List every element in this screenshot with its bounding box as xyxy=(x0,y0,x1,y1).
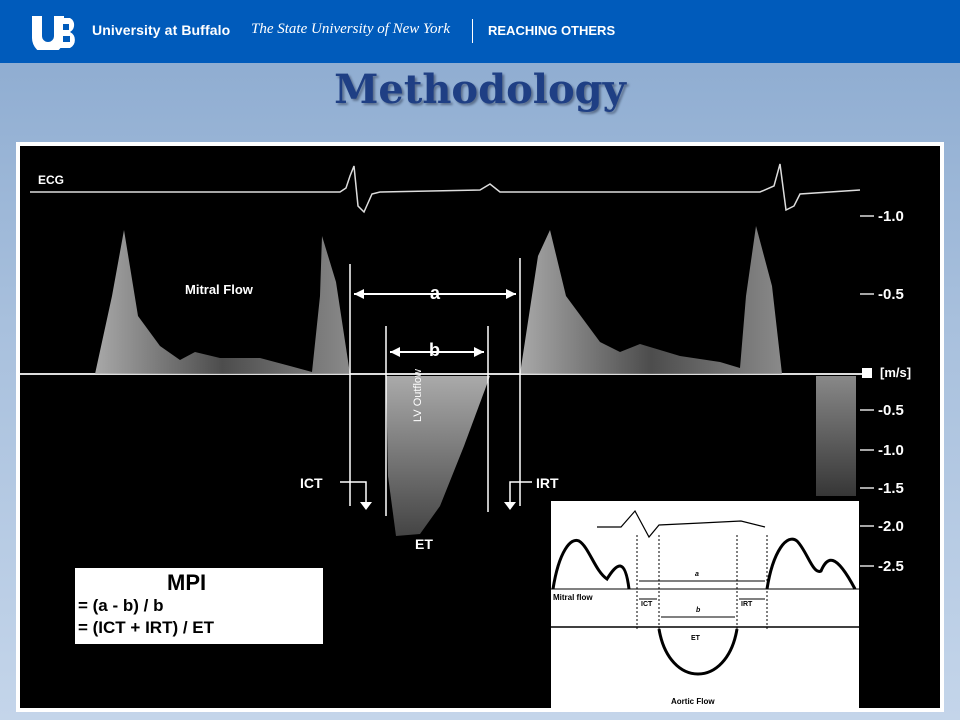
irt-label: IRT xyxy=(536,475,559,491)
scale-unit-label: [m/s] xyxy=(880,365,912,380)
university-name: University at Buffalo xyxy=(92,22,231,38)
interval-b-label: b xyxy=(429,340,440,360)
ict-label: ICT xyxy=(300,475,323,491)
scale-label: -2.5 xyxy=(878,558,904,575)
inset-mitral-flow-label: Mitral flow xyxy=(553,593,593,602)
inset-ict-label: ICT xyxy=(641,601,653,608)
schematic-inset: a b Mitral flow ICT IRT ET Aortic Flow xyxy=(551,501,859,708)
inset-et-label: ET xyxy=(691,635,700,642)
et-label: ET xyxy=(415,536,433,552)
mpi-formula-line-1: = (a - b) / b xyxy=(78,596,164,615)
doppler-figure: ECG Mitral Flow a b LV Outflow ICT IRT E… xyxy=(20,146,940,708)
scale-label: -0.5 xyxy=(878,286,904,303)
mitral-wave-1 xyxy=(95,230,350,374)
inset-a-label: a xyxy=(695,571,699,578)
mitral-wave-2 xyxy=(520,226,782,374)
scale-label: -2.0 xyxy=(878,518,904,535)
scale-label: -0.5 xyxy=(878,402,904,419)
slide-title: Methodology xyxy=(334,66,626,113)
header-divider xyxy=(472,19,473,43)
mitral-flow-label: Mitral Flow xyxy=(185,282,253,297)
ub-logo-icon xyxy=(32,16,75,50)
inset-aortic-flow-label: Aortic Flow xyxy=(671,697,715,706)
scale-label: -1.5 xyxy=(878,480,904,497)
scale-label: -1.0 xyxy=(878,208,904,225)
ecg-label: ECG xyxy=(38,173,65,187)
inset-b-label: b xyxy=(696,607,701,614)
mpi-formula-line-2: = (ICT + IRT) / ET xyxy=(78,618,215,637)
lv-outflow-envelope xyxy=(386,376,490,536)
mpi-heading: MPI xyxy=(167,570,207,595)
header-banner: University at Buffalo The State Universi… xyxy=(0,0,960,63)
scale-label: -1.0 xyxy=(878,442,904,459)
mpi-formula-box: MPI = (a - b) / b = (ICT + IRT) / ET xyxy=(75,568,323,644)
inset-irt-label: IRT xyxy=(741,601,753,608)
tagline: REACHING OTHERS xyxy=(488,23,616,38)
suny-name: The State University of New York xyxy=(251,21,451,37)
lv-outflow-label: LV Outflow xyxy=(412,369,424,422)
schematic-diagram xyxy=(551,509,859,676)
interval-a-label: a xyxy=(430,283,441,303)
ecg-trace xyxy=(30,163,861,214)
